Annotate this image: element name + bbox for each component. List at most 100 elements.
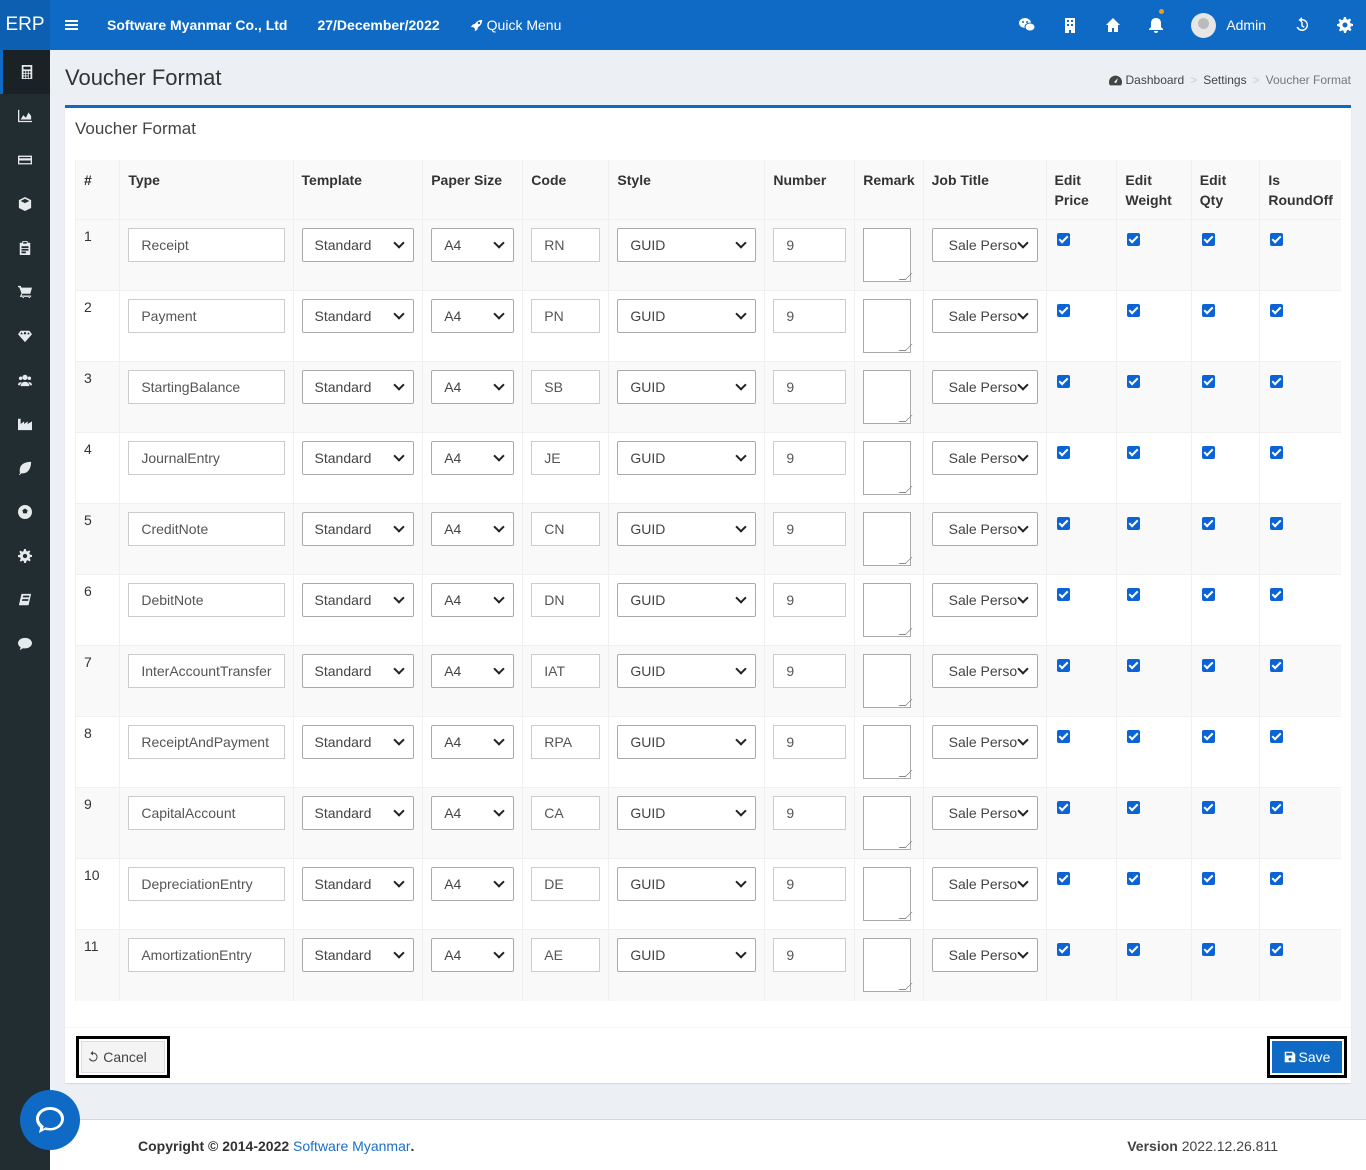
edit-weight-checkbox[interactable] [1127, 943, 1141, 956]
number-input[interactable]: 9 [773, 725, 847, 759]
type-input[interactable]: AmortizationEntry [128, 938, 285, 972]
job-title-select[interactable]: Sale Perso [931, 938, 1038, 972]
type-input[interactable]: DebitNote [128, 583, 285, 617]
number-input[interactable]: 9 [773, 370, 847, 404]
sidebar-item-books[interactable] [0, 578, 50, 622]
code-input[interactable]: AE [531, 938, 601, 972]
code-input[interactable]: RN [531, 228, 601, 262]
type-input[interactable]: InterAccountTransfer [128, 654, 285, 688]
job-title-select[interactable]: Sale Perso [931, 583, 1038, 617]
notifications-button[interactable] [1134, 0, 1177, 50]
style-select[interactable]: GUID [617, 796, 757, 830]
breadcrumb-settings[interactable]: Settings [1203, 73, 1246, 87]
job-title-select[interactable]: Sale Perso [931, 654, 1038, 688]
breadcrumb-dashboard[interactable]: Dashboard [1126, 73, 1185, 87]
is-roundoff-checkbox[interactable] [1270, 659, 1284, 672]
job-title-select[interactable]: Sale Perso [931, 299, 1038, 333]
job-title-select[interactable]: Sale Perso [931, 796, 1038, 830]
style-select[interactable]: GUID [617, 867, 757, 901]
template-select[interactable]: Standard [301, 370, 415, 404]
edit-price-checkbox[interactable] [1056, 801, 1070, 814]
building-button[interactable] [1048, 0, 1091, 50]
edit-qty-checkbox[interactable] [1201, 446, 1215, 459]
edit-qty-checkbox[interactable] [1201, 588, 1215, 601]
edit-qty-checkbox[interactable] [1201, 872, 1215, 885]
edit-weight-checkbox[interactable] [1127, 801, 1141, 814]
template-select[interactable]: Standard [301, 228, 415, 262]
home-button[interactable] [1091, 0, 1134, 50]
type-input[interactable]: DepreciationEntry [128, 867, 285, 901]
save-button-inner[interactable]: Save [1272, 1041, 1342, 1073]
is-roundoff-checkbox[interactable] [1270, 517, 1284, 530]
edit-price-checkbox[interactable] [1056, 446, 1070, 459]
edit-weight-checkbox[interactable] [1127, 233, 1141, 246]
sidebar-item-calculator[interactable] [0, 50, 50, 94]
job-title-select[interactable]: Sale Perso [931, 725, 1038, 759]
edit-price-checkbox[interactable] [1056, 659, 1070, 672]
style-select[interactable]: GUID [617, 370, 757, 404]
edit-qty-checkbox[interactable] [1201, 730, 1215, 743]
number-input[interactable]: 9 [773, 938, 847, 972]
edit-qty-checkbox[interactable] [1201, 304, 1215, 317]
edit-price-checkbox[interactable] [1056, 517, 1070, 530]
is-roundoff-checkbox[interactable] [1270, 588, 1284, 601]
edit-price-checkbox[interactable] [1056, 375, 1070, 388]
sidebar-item-inventory[interactable] [0, 182, 50, 226]
app-logo[interactable]: ERP [0, 0, 50, 50]
style-select[interactable]: GUID [617, 228, 757, 262]
number-input[interactable]: 9 [773, 796, 847, 830]
number-input[interactable]: 9 [773, 441, 847, 475]
paper-size-select[interactable]: A4 [431, 583, 515, 617]
sidebar-item-sales[interactable] [0, 270, 50, 314]
edit-weight-checkbox[interactable] [1127, 446, 1141, 459]
template-select[interactable]: Standard [301, 441, 415, 475]
paper-size-select[interactable]: A4 [431, 654, 515, 688]
type-input[interactable]: CreditNote [128, 512, 285, 546]
paper-size-select[interactable]: A4 [431, 512, 515, 546]
code-input[interactable]: SB [531, 370, 601, 404]
company-link[interactable]: Software Myanmar [293, 1138, 410, 1154]
paper-size-select[interactable]: A4 [431, 867, 515, 901]
number-input[interactable]: 9 [773, 228, 847, 262]
template-select[interactable]: Standard [301, 512, 415, 546]
remark-textarea[interactable] [863, 228, 912, 282]
edit-price-checkbox[interactable] [1056, 730, 1070, 743]
code-input[interactable]: PN [531, 299, 601, 333]
remark-textarea[interactable] [863, 512, 912, 566]
number-input[interactable]: 9 [773, 583, 847, 617]
job-title-select[interactable]: Sale Perso [931, 512, 1038, 546]
code-input[interactable]: CN [531, 512, 601, 546]
sidebar-item-payments[interactable] [0, 138, 50, 182]
is-roundoff-checkbox[interactable] [1270, 943, 1284, 956]
remark-textarea[interactable] [863, 583, 912, 637]
remark-textarea[interactable] [863, 299, 912, 353]
settings-button[interactable] [1323, 0, 1366, 50]
code-input[interactable]: IAT [531, 654, 601, 688]
live-chat-button[interactable] [20, 1090, 80, 1150]
style-select[interactable]: GUID [617, 938, 757, 972]
template-select[interactable]: Standard [301, 796, 415, 830]
edit-price-checkbox[interactable] [1056, 304, 1070, 317]
edit-qty-checkbox[interactable] [1201, 375, 1215, 388]
chat-button[interactable] [1005, 0, 1048, 50]
style-select[interactable]: GUID [617, 583, 757, 617]
edit-weight-checkbox[interactable] [1127, 304, 1141, 317]
remark-textarea[interactable] [863, 867, 912, 921]
edit-qty-checkbox[interactable] [1201, 801, 1215, 814]
edit-weight-checkbox[interactable] [1127, 588, 1141, 601]
template-select[interactable]: Standard [301, 654, 415, 688]
edit-qty-checkbox[interactable] [1201, 943, 1215, 956]
type-input[interactable]: CapitalAccount [128, 796, 285, 830]
sidebar-item-jewelry[interactable] [0, 314, 50, 358]
quick-menu-button[interactable]: Quick Menu [470, 17, 561, 33]
edit-price-checkbox[interactable] [1056, 588, 1070, 601]
job-title-select[interactable]: Sale Perso [931, 370, 1038, 404]
type-input[interactable]: JournalEntry [128, 441, 285, 475]
type-input[interactable]: StartingBalance [128, 370, 285, 404]
number-input[interactable]: 9 [773, 512, 847, 546]
remark-textarea[interactable] [863, 654, 912, 708]
edit-price-checkbox[interactable] [1056, 233, 1070, 246]
edit-weight-checkbox[interactable] [1127, 375, 1141, 388]
edit-qty-checkbox[interactable] [1201, 233, 1215, 246]
job-title-select[interactable]: Sale Perso [931, 441, 1038, 475]
